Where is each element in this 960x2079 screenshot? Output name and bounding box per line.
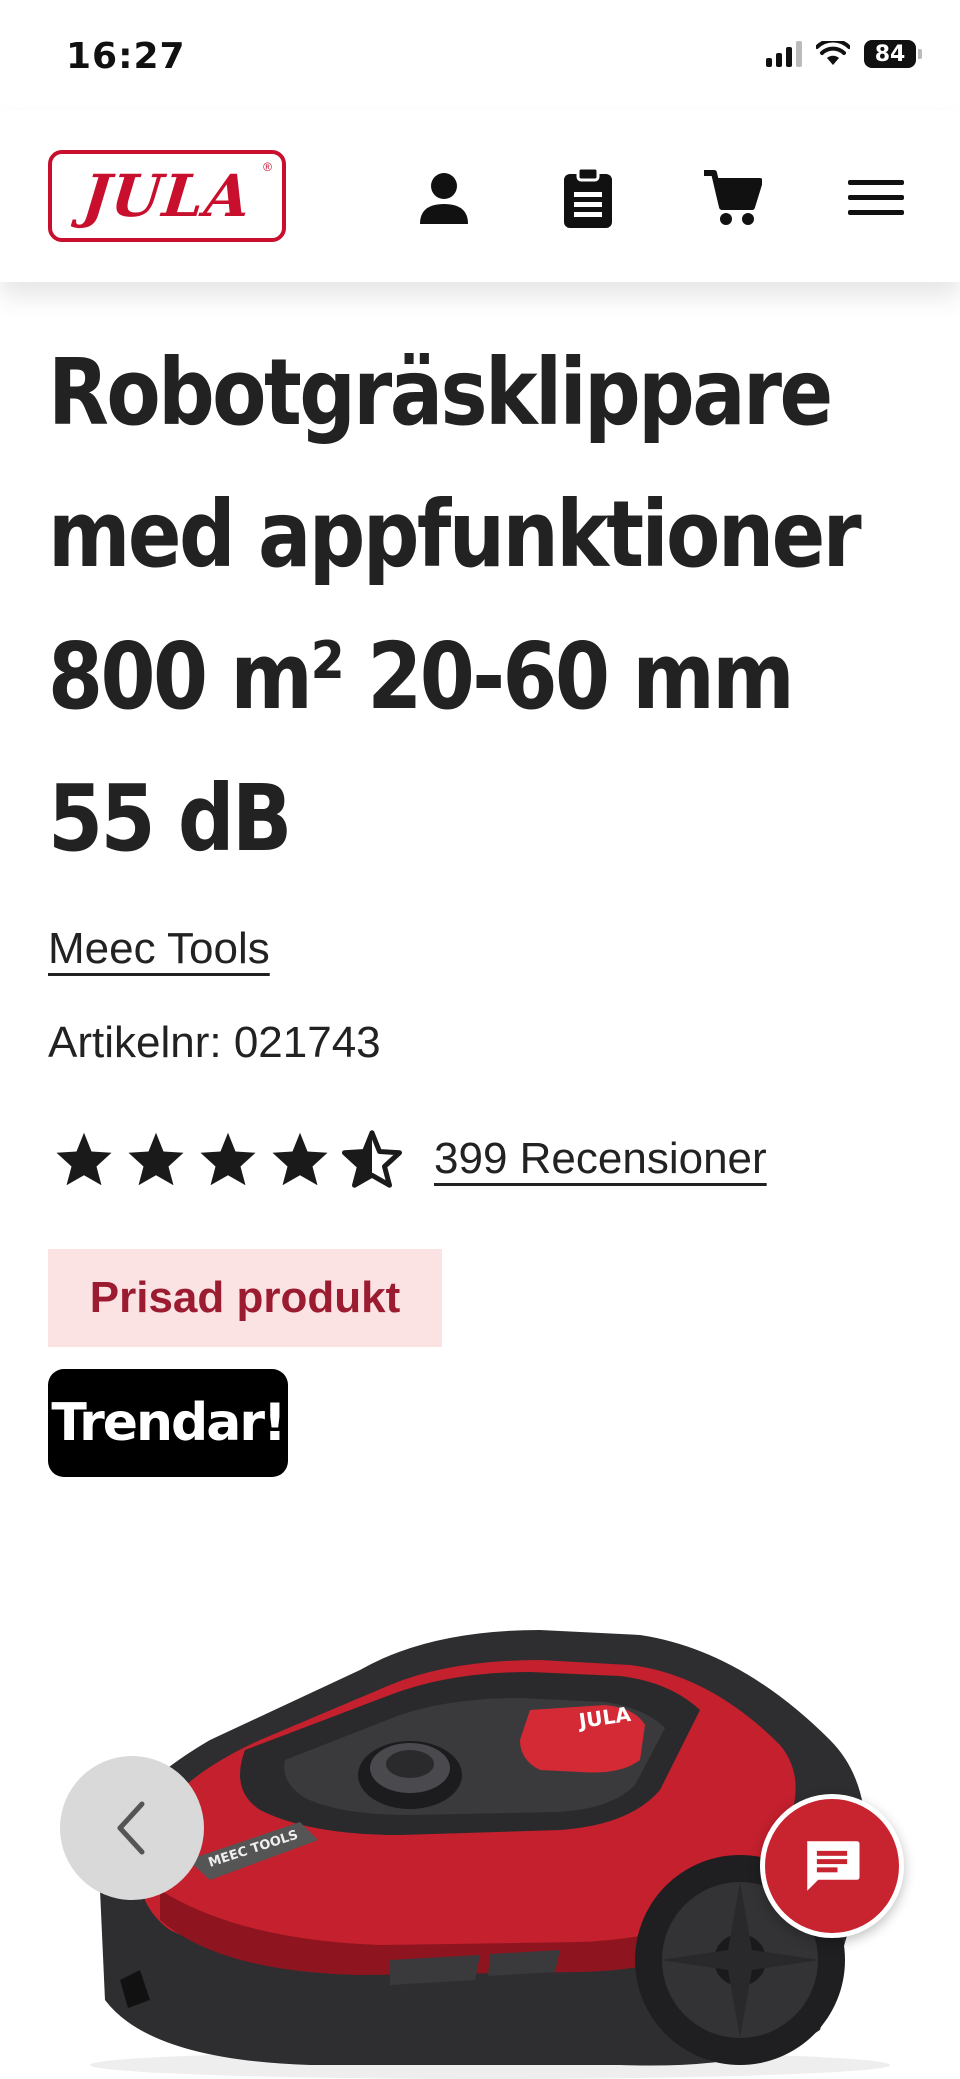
- article-number: Artikelnr: 021743: [48, 1018, 381, 1067]
- battery-level: 84: [864, 40, 916, 68]
- star-icon: [272, 1132, 328, 1186]
- brand-link[interactable]: Meec Tools: [48, 924, 270, 974]
- chat-icon: [807, 1841, 860, 1891]
- star-icon: [128, 1132, 184, 1186]
- product-title: Robotgräsklippare med appfunktioner 800 …: [48, 339, 862, 872]
- logo-text: JULA: [79, 162, 255, 230]
- status-bar: 16:27 84: [0, 0, 960, 110]
- cellular-signal-icon: [766, 41, 802, 67]
- award-badge: Prisad produkt: [48, 1249, 442, 1347]
- status-time: 16:27: [66, 36, 186, 77]
- site-header: JULA ®: [0, 110, 960, 282]
- status-indicators: 84: [766, 40, 922, 68]
- reviews-link[interactable]: 399 Recensioner: [434, 1134, 767, 1184]
- cart-icon[interactable]: [700, 166, 764, 230]
- half-star-icon: [342, 1130, 402, 1188]
- shopping-list-icon[interactable]: [556, 166, 620, 230]
- product-rating[interactable]: 399 Recensioner: [48, 1130, 767, 1188]
- star-icon: [56, 1132, 112, 1186]
- account-icon[interactable]: [412, 166, 476, 230]
- previous-image-button[interactable]: [60, 1756, 204, 1900]
- chat-button[interactable]: [760, 1794, 904, 1938]
- trending-badge: Trendar!: [48, 1369, 288, 1477]
- menu-icon[interactable]: [844, 166, 908, 230]
- battery-icon: 84: [864, 40, 922, 68]
- wifi-icon: [816, 41, 850, 65]
- rating-stars: [54, 1130, 402, 1188]
- star-icon: [200, 1132, 256, 1186]
- product-info: Robotgräsklippare med appfunktioner 800 …: [48, 282, 912, 1477]
- jula-logo[interactable]: JULA ®: [48, 150, 286, 242]
- chevron-left-icon: [117, 1801, 145, 1855]
